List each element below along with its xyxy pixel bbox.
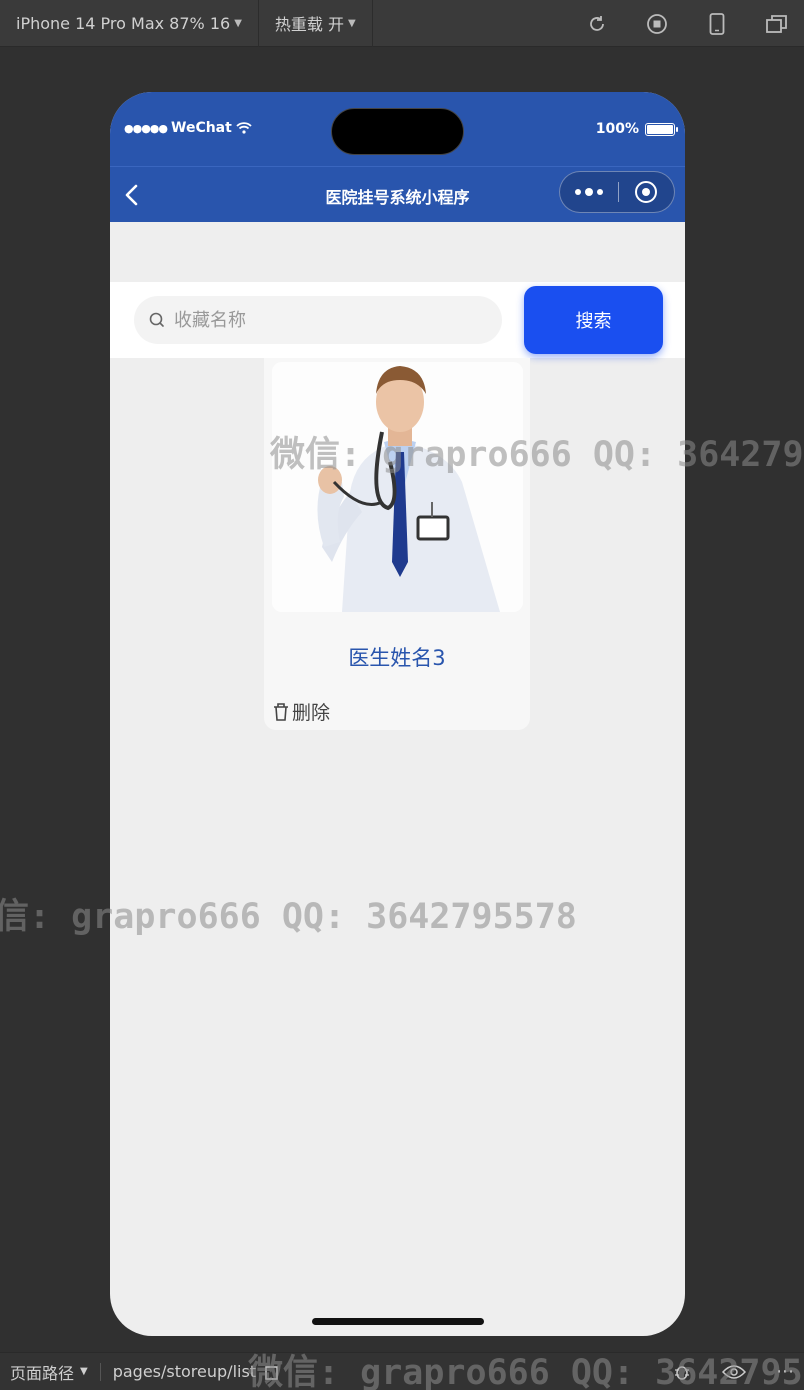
search-bar: 搜索 bbox=[110, 282, 685, 358]
chevron-down-icon: ▼ bbox=[347, 17, 356, 29]
device-selector[interactable]: iPhone 14 Pro Max 87% 16 ▼ bbox=[0, 0, 259, 47]
search-box[interactable] bbox=[134, 296, 502, 344]
refresh-icon[interactable] bbox=[586, 13, 608, 35]
phone-icon[interactable] bbox=[706, 12, 728, 35]
chevron-down-icon: ▼ bbox=[234, 17, 242, 29]
search-icon bbox=[149, 312, 164, 327]
device-label: iPhone 14 Pro Max 87% 16 bbox=[16, 13, 231, 33]
page-path-selector[interactable]: 页面路径 ▼ bbox=[0, 1360, 88, 1384]
miniprogram-capsule bbox=[559, 171, 675, 213]
copy-icon[interactable] bbox=[264, 1364, 280, 1380]
phone-simulator: ●●●●● WeChat 100% 医院挂号系统小程序 收藏名称 搜索 医生姓名… bbox=[110, 92, 685, 1336]
chevron-down-icon: ▼ bbox=[80, 1366, 88, 1377]
devtools-bottom-bar: 页面路径 ▼ pages/storeup/list ⋯ bbox=[0, 1352, 804, 1390]
bug-icon[interactable] bbox=[672, 1362, 692, 1382]
delete-button[interactable]: 删除 bbox=[272, 698, 330, 725]
battery-icon bbox=[645, 122, 678, 136]
status-bar: ●●●●● WeChat 100% bbox=[110, 92, 685, 166]
battery-text: 100% bbox=[595, 121, 639, 137]
more-icon[interactable]: ⋯ bbox=[776, 1361, 794, 1382]
hot-reload-toggle[interactable]: 热重载 开 ▼ bbox=[259, 0, 373, 47]
delete-label: 删除 bbox=[292, 702, 331, 724]
devtools-toolbar: iPhone 14 Pro Max 87% 16 ▼ 热重载 开 ▼ bbox=[0, 0, 804, 47]
hot-reload-label: 热重载 开 bbox=[274, 15, 344, 34]
close-miniprogram-button[interactable] bbox=[618, 181, 674, 203]
dynamic-island bbox=[331, 108, 464, 155]
favorite-card[interactable]: 医生姓名3 删除 bbox=[264, 358, 530, 730]
home-indicator bbox=[312, 1318, 484, 1325]
trash-icon bbox=[274, 702, 288, 721]
doctor-photo bbox=[272, 362, 523, 612]
nav-bar: 医院挂号系统小程序 bbox=[110, 166, 685, 222]
target-icon bbox=[635, 181, 658, 203]
signal-icon: ●●●●● bbox=[124, 121, 168, 135]
more-button[interactable] bbox=[560, 188, 618, 196]
search-button[interactable]: 搜索 bbox=[524, 286, 663, 354]
carrier-indicator: ●●●●● WeChat bbox=[124, 120, 252, 136]
doctor-name: 医生姓名3 bbox=[348, 646, 446, 670]
eye-icon[interactable] bbox=[722, 1364, 746, 1380]
windows-icon[interactable] bbox=[766, 13, 788, 35]
stop-icon[interactable] bbox=[646, 13, 668, 35]
page-path-label: 页面路径 bbox=[10, 1363, 75, 1383]
carrier-label: WeChat bbox=[171, 120, 232, 136]
divider bbox=[99, 1362, 101, 1381]
search-input[interactable] bbox=[174, 309, 474, 331]
battery-indicator: 100% bbox=[595, 121, 678, 137]
page-path: pages/storeup/list bbox=[112, 1362, 257, 1381]
wifi-icon bbox=[236, 122, 252, 134]
